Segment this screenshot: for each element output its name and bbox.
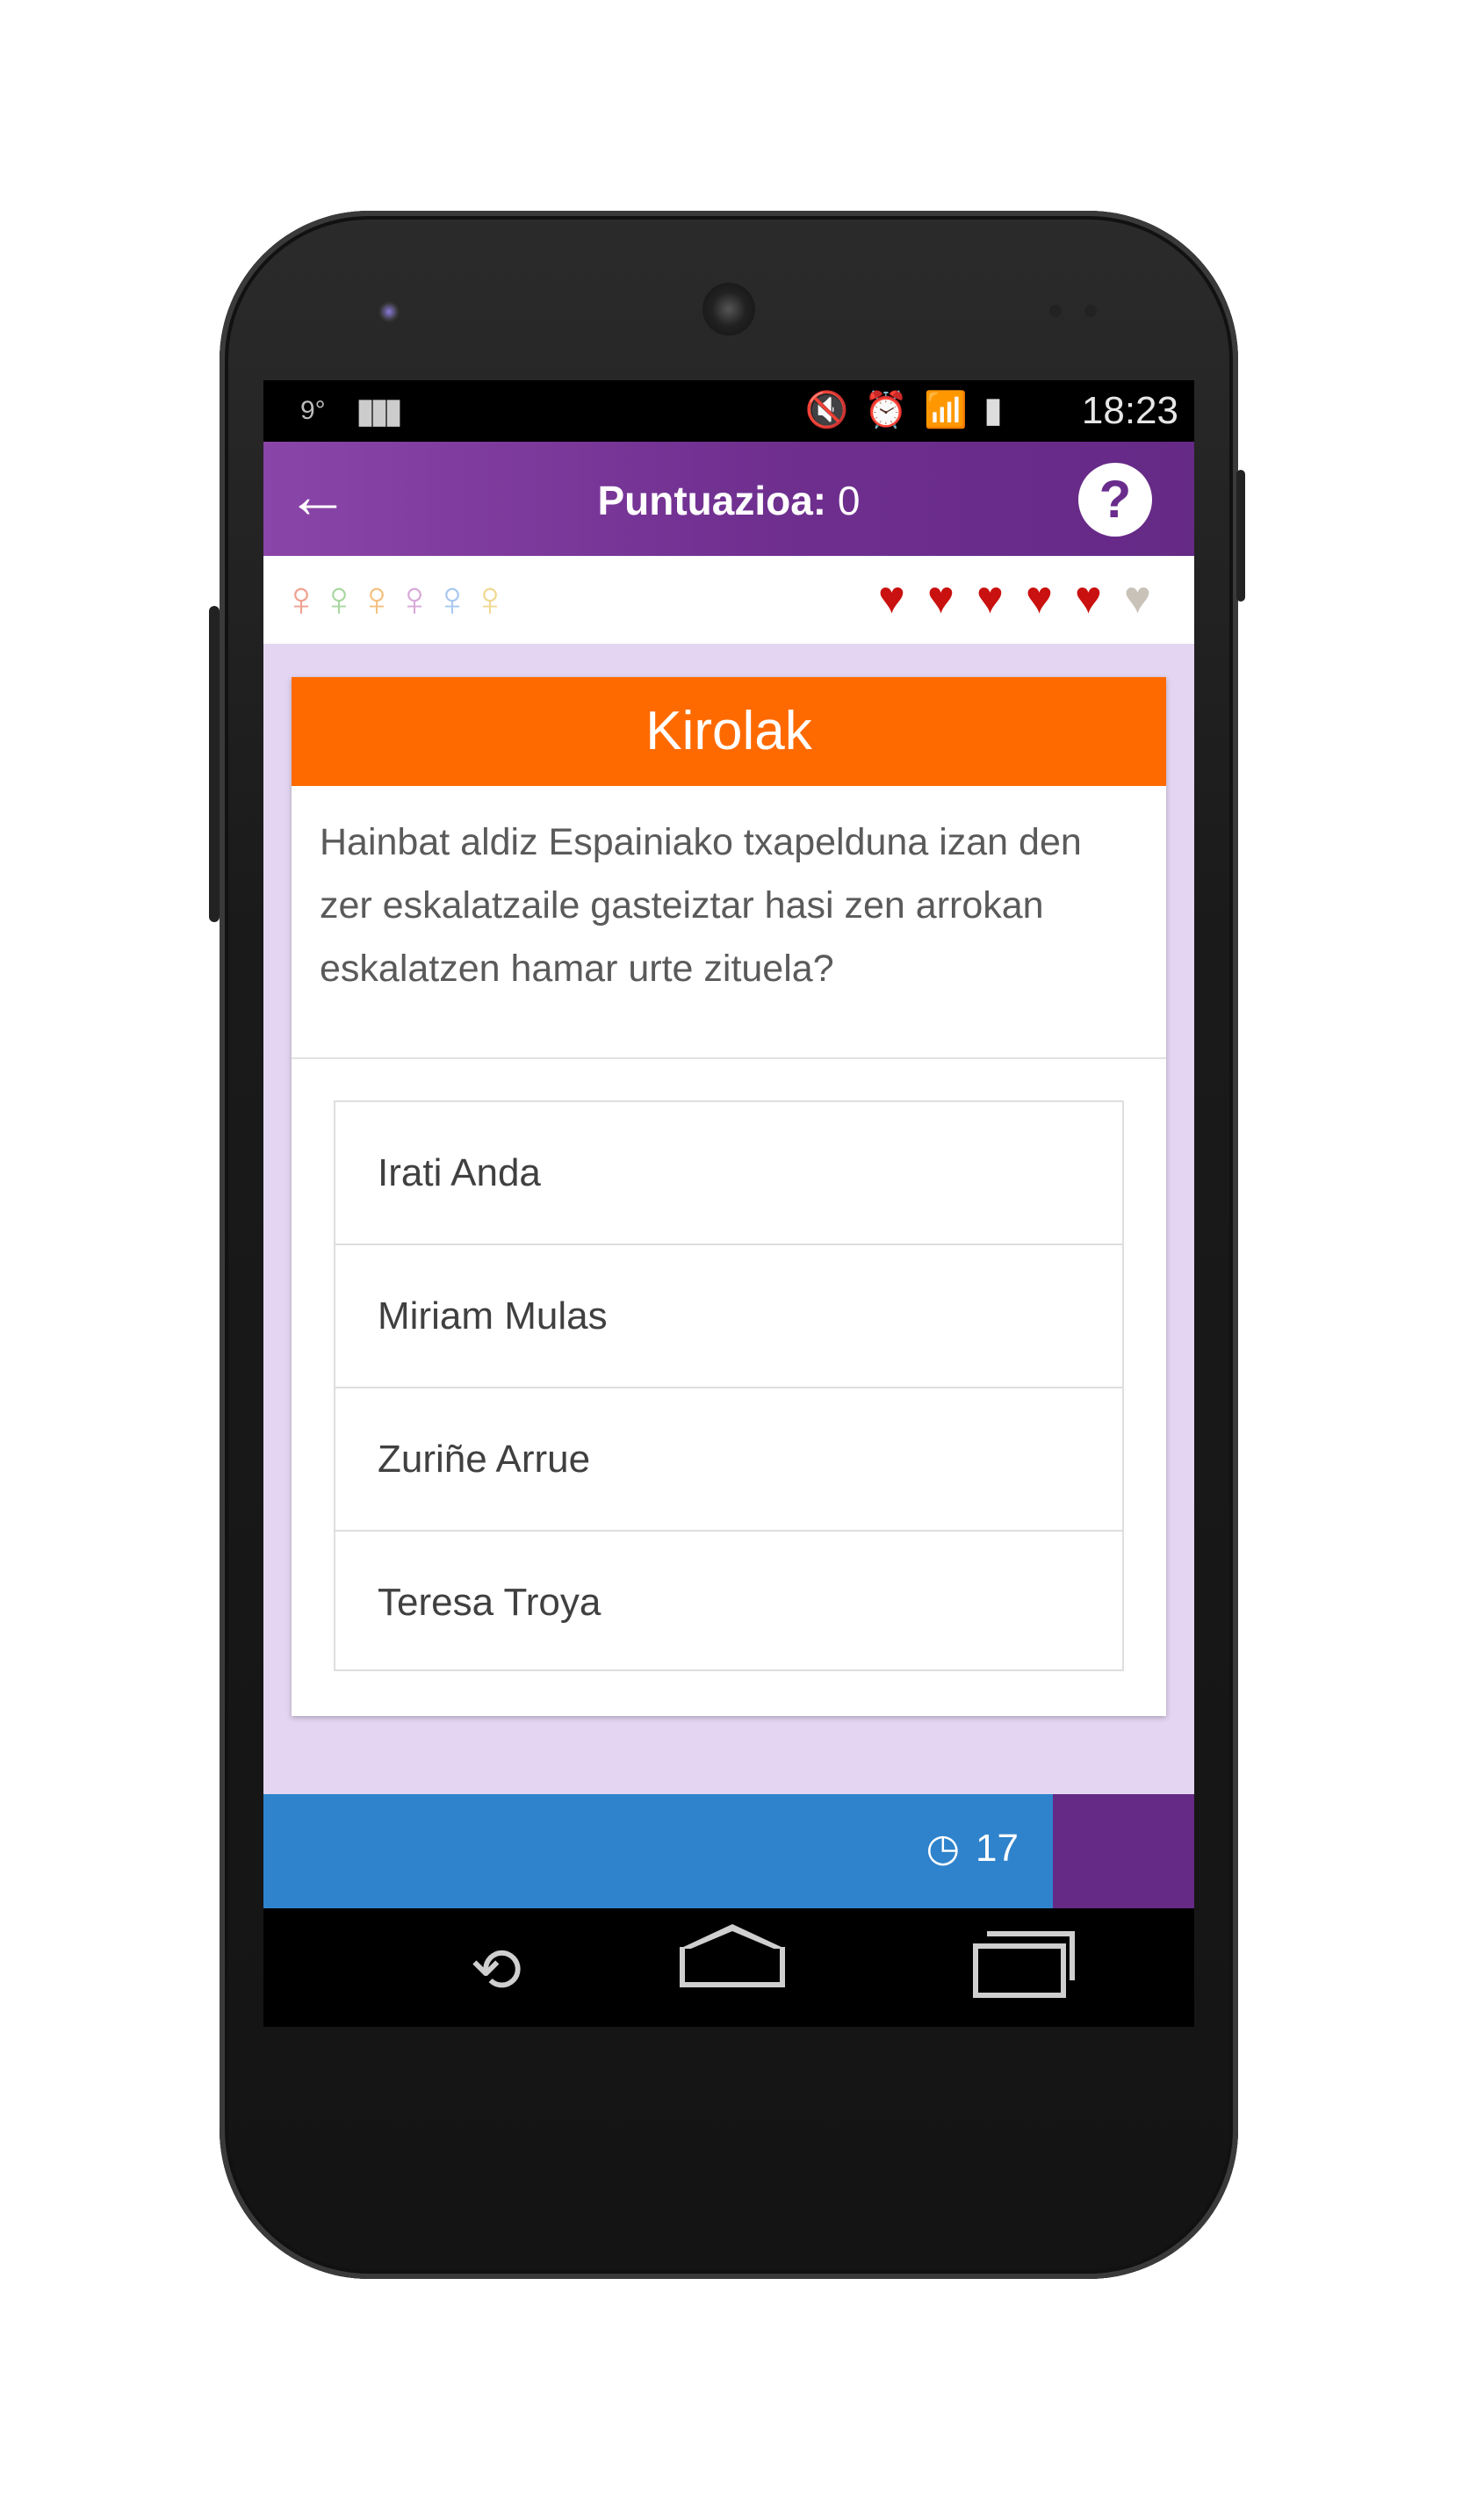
answer-option[interactable]: Teresa Troya (335, 1532, 1122, 1673)
answer-list: Irati Anda Miriam Mulas Zuriñe Arrue Ter… (334, 1100, 1124, 1671)
heart-icon: ♥ (878, 573, 905, 624)
venus-icon: ♀ (434, 571, 471, 626)
heart-icon: ♥ (1075, 573, 1102, 624)
power-button (1236, 470, 1245, 602)
mute-icon: 🔇 (804, 391, 865, 429)
venus-icon: ♀ (283, 571, 320, 626)
app-screen: 9° ▮▮▮ 🔇⏰📶▮ 18:23 ← Puntuazioa: 0 ? ♀ ♀ … (263, 380, 1194, 2027)
score-label: Puntuazioa: (597, 478, 827, 523)
heart-icon: ♥ (976, 573, 1004, 624)
proximity-sensor (1049, 305, 1062, 317)
wifi-icon: 📶 (924, 391, 983, 429)
status-icons: 🔇⏰📶▮ (805, 389, 1019, 430)
question-card: Kirolak Hainbat aldiz Espainiako txapeld… (292, 677, 1166, 1716)
venus-icon: ♀ (321, 571, 357, 626)
alarm-icon: ⏰ (864, 391, 925, 429)
earpiece-speaker (702, 283, 755, 335)
timer-display: ◷ 17 (926, 1826, 1019, 1871)
answer-option[interactable]: Zuriñe Arrue (335, 1388, 1122, 1532)
front-camera (378, 300, 400, 323)
recents-nav-icon[interactable] (973, 1943, 1066, 1998)
timer-seconds: 17 (976, 1827, 1019, 1870)
venus-icon: ♀ (472, 571, 508, 626)
venus-icon: ♀ (396, 571, 433, 626)
heart-icon: ♥ (1026, 573, 1053, 624)
heart-icon: ♥ (927, 573, 955, 624)
app-bar: ← Puntuazioa: 0 ? (263, 442, 1194, 556)
answer-option[interactable]: Irati Anda (335, 1102, 1122, 1245)
answer-option[interactable]: Miriam Mulas (335, 1245, 1122, 1388)
question-text: Hainbat aldiz Espainiako txapelduna izan… (320, 821, 1082, 990)
score-value: 0 (837, 478, 861, 523)
back-nav-icon[interactable]: ⟲ (435, 1935, 558, 2005)
timer-bar: ◷ 17 (263, 1794, 1194, 1908)
battery-icon: ▮ (983, 391, 1019, 429)
help-button[interactable]: ? (1078, 463, 1152, 537)
volume-button (209, 606, 220, 922)
home-nav-icon[interactable] (680, 1947, 785, 1987)
status-bar: 9° ▮▮▮ 🔇⏰📶▮ 18:23 (263, 380, 1194, 442)
status-row: ♀ ♀ ♀ ♀ ♀ ♀ ♥ ♥ ♥ ♥ ♥ ♥ (263, 556, 1194, 644)
barcode-icon: ▮▮▮ (356, 392, 403, 430)
score-display: Puntuazioa: 0 (263, 477, 1194, 524)
light-sensor (1084, 305, 1097, 317)
category-header: Kirolak (292, 677, 1166, 786)
navigation-bar: ⟲ (263, 1908, 1194, 2027)
temperature-text: 9° (300, 396, 326, 425)
broken-heart-icon: ♥ (1124, 573, 1151, 624)
divider (292, 1057, 1166, 1059)
clock-icon: ◷ (926, 1827, 961, 1870)
venus-icon: ♀ (358, 571, 395, 626)
status-time: 18:23 (1081, 389, 1178, 432)
